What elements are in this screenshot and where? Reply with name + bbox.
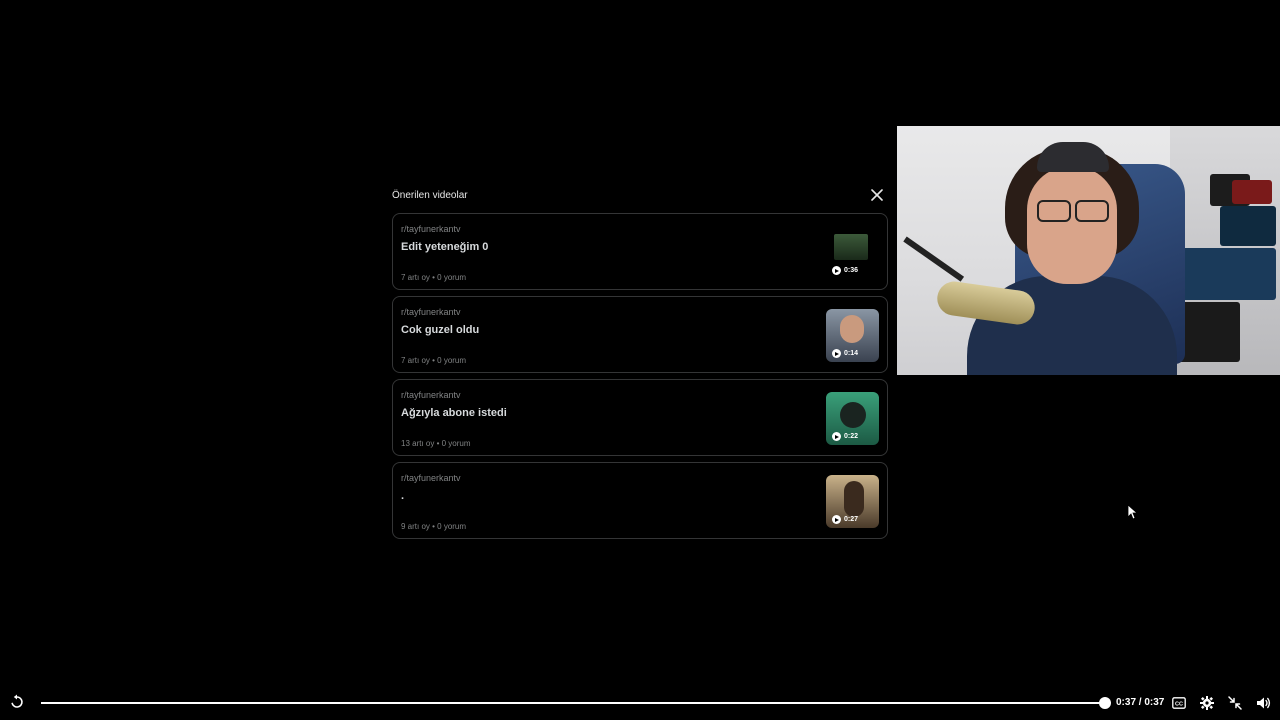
progress-scrubber[interactable] [1099,697,1111,709]
background-shelf [1170,126,1280,375]
video-meta: 13 artı oy • 0 yorum [401,439,471,448]
duration-text: 0:27 [844,516,859,523]
progress-fill [41,702,1105,704]
person-cap [1037,142,1109,172]
video-meta: 9 artı oy • 0 yorum [401,522,467,531]
player-controls: 0:37 / 0:37 CC [0,690,1280,716]
subreddit-label[interactable]: r/tayfunerkantv [401,224,461,234]
duration-badge: 0:22 [832,432,858,441]
settings-button[interactable] [1199,695,1215,711]
suggested-video-card[interactable]: r/tayfunerkantv . 9 artı oy • 0 yorum 0:… [392,462,888,539]
replay-icon [11,694,23,708]
captions-icon: CC [1172,697,1186,709]
video-thumbnail[interactable]: 0:14 [826,309,879,362]
video-thumbnail[interactable]: 0:27 [826,475,879,528]
video-title[interactable]: Edit yeteneğim 0 [401,241,488,253]
close-button[interactable] [868,186,886,204]
duration-text: 0:14 [844,350,859,357]
video-thumbnail[interactable]: 0:22 [826,392,879,445]
video-title[interactable]: Ağzıyla abone istedi [401,407,507,419]
fullscreen-exit-icon [1228,696,1242,710]
video-title[interactable]: Cok guzel oldu [401,324,479,336]
svg-text:CC: CC [1175,701,1183,707]
panel-title: Önerilen videolar [392,189,468,201]
mouse-cursor-icon [1127,504,1139,520]
progress-bar[interactable] [41,697,1111,709]
captions-button[interactable]: CC [1171,695,1187,711]
subreddit-label[interactable]: r/tayfunerkantv [401,390,461,400]
suggested-video-card[interactable]: r/tayfunerkantv Cok guzel oldu 7 artı oy… [392,296,888,373]
duration-text: 0:36 [844,267,859,274]
replay-button[interactable] [9,694,25,710]
panel-header: Önerilen videolar [392,182,888,208]
close-icon [871,189,883,201]
play-icon [832,266,841,275]
suggested-video-card[interactable]: r/tayfunerkantv Edit yeteneğim 0 7 artı … [392,213,888,290]
duration-badge: 0:14 [832,349,858,358]
video-meta: 7 artı oy • 0 yorum [401,356,467,365]
person-face [1027,166,1117,284]
webcam-video-frame [897,126,1280,375]
play-icon [832,349,841,358]
duration-badge: 0:36 [832,266,858,275]
mic-arm [903,236,965,282]
video-thumbnail[interactable]: 0:36 [826,226,879,279]
video-player[interactable]: Önerilen videolar r/tayfunerkantv Edit y… [0,0,1280,720]
time-display: 0:37 / 0:37 [1116,697,1165,708]
subreddit-label[interactable]: r/tayfunerkantv [401,473,461,483]
glasses [1035,200,1111,222]
video-title[interactable]: . [401,490,404,502]
fullscreen-exit-button[interactable] [1227,695,1243,711]
volume-button[interactable] [1255,695,1271,711]
play-icon [832,515,841,524]
play-icon [832,432,841,441]
suggested-videos-panel: Önerilen videolar r/tayfunerkantv Edit y… [392,182,888,539]
video-meta: 7 artı oy • 0 yorum [401,273,467,282]
gear-icon [1200,696,1214,710]
duration-text: 0:22 [844,433,859,440]
duration-badge: 0:27 [832,515,858,524]
suggested-video-card[interactable]: r/tayfunerkantv Ağzıyla abone istedi 13 … [392,379,888,456]
subreddit-label[interactable]: r/tayfunerkantv [401,307,461,317]
volume-icon [1256,697,1270,709]
